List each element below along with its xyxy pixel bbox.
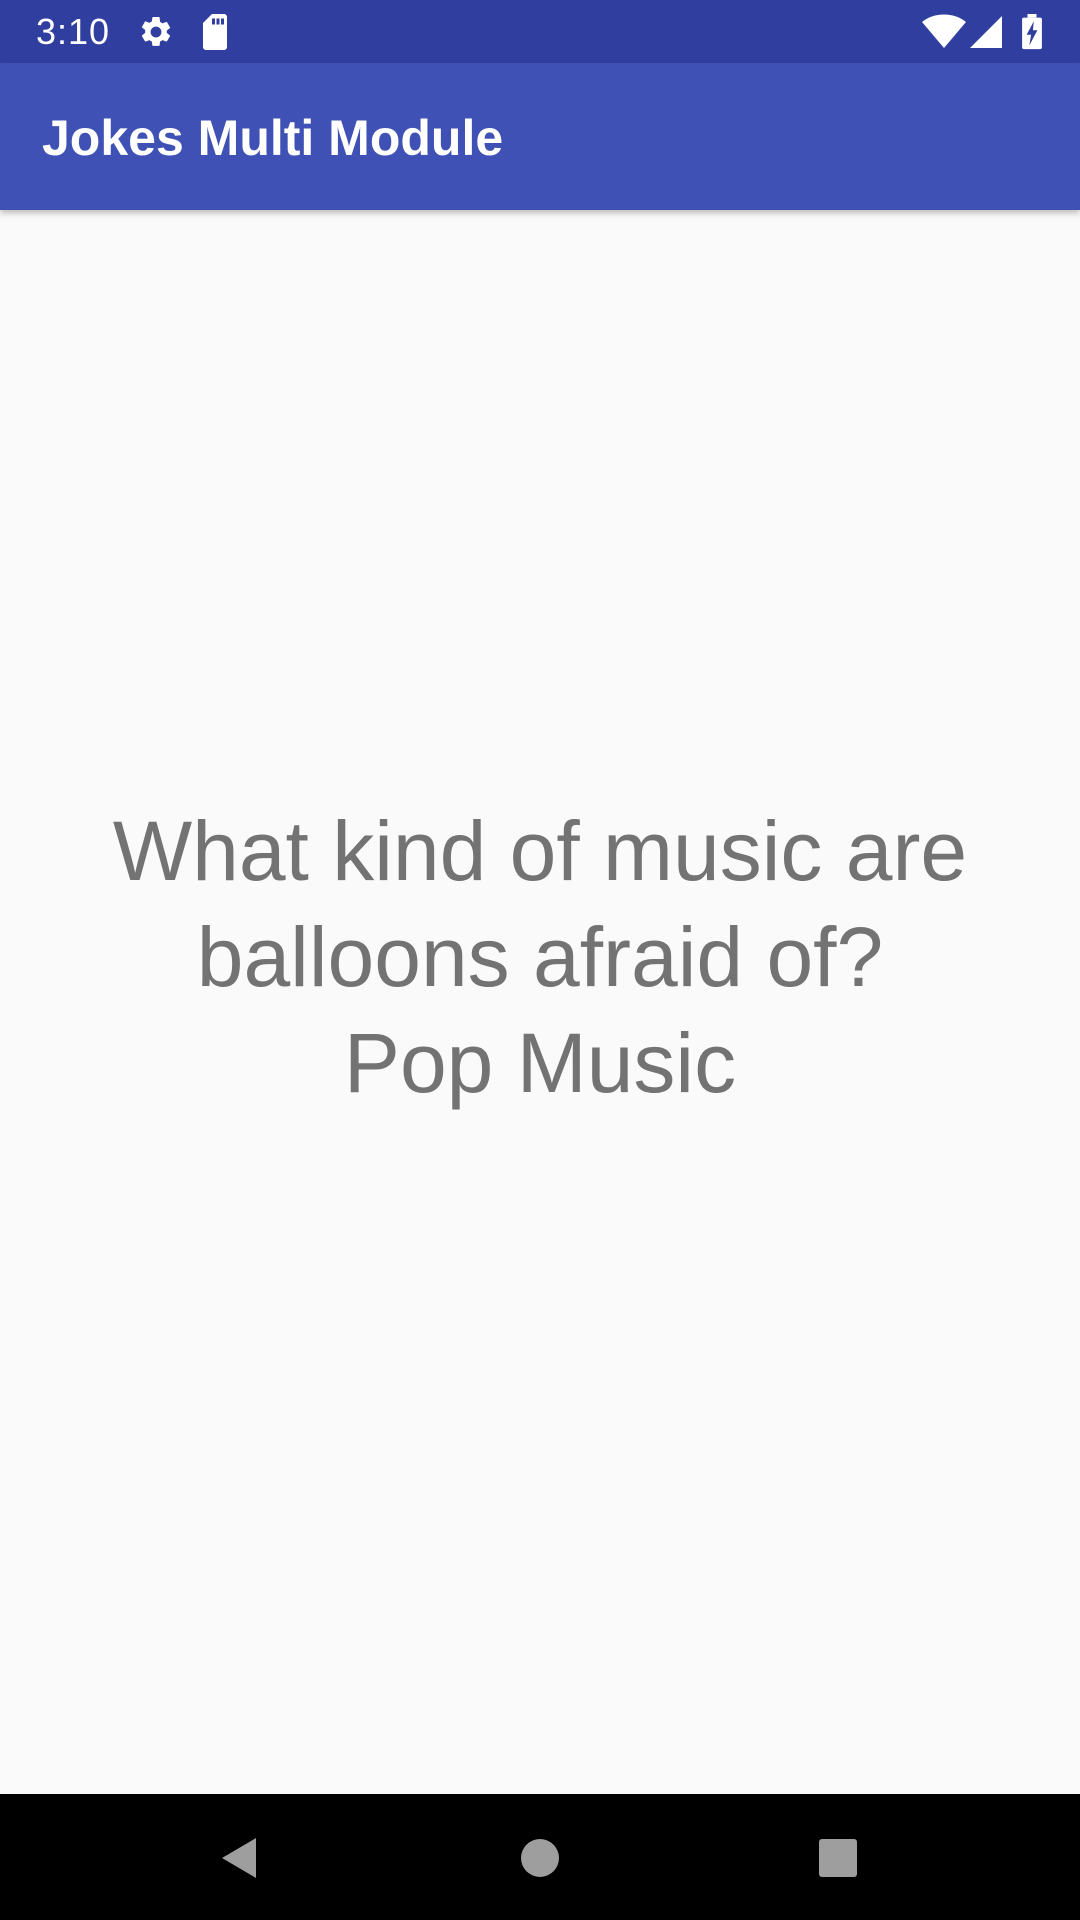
status-time: 3:10 (36, 11, 111, 52)
wifi-icon (922, 14, 966, 48)
app-bar: Jokes Multi Module (0, 63, 1080, 210)
recents-icon[interactable] (810, 1830, 866, 1886)
screen: 3:10 Jokes Multi Module What kind of mus… (0, 0, 1080, 1920)
joke-text: What kind of music are balloons afraid o… (112, 804, 968, 1110)
main-content: What kind of music are balloons afraid o… (0, 210, 1080, 1794)
battery-charging-icon (1022, 14, 1042, 50)
status-bar: 3:10 (0, 0, 1080, 63)
app-title: Jokes Multi Module (42, 110, 504, 166)
gear-icon (141, 16, 171, 46)
navigation-bar (0, 1794, 1080, 1920)
sd-card-icon (203, 14, 227, 50)
back-icon[interactable] (212, 1830, 268, 1886)
cell-signal-icon (970, 16, 1002, 48)
home-icon[interactable] (512, 1830, 568, 1886)
